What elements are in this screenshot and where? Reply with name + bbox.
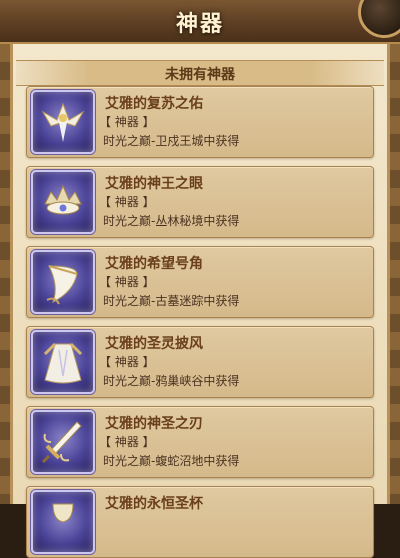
horn-icon [31,250,95,314]
crown-eye-icon [31,170,95,234]
section-header-label: 未拥有神器 [165,67,235,83]
artifact-name: 艾雅的神王之眼 [105,176,203,192]
artifact-card[interactable]: 艾雅的神王之眼 【 神器 】 时光之巅-丛林秘境中获得 [26,166,374,238]
artifact-name: 艾雅的圣灵披风 [105,336,203,352]
artifact-card[interactable]: 艾雅的希望号角 【 神器 】 时光之巅-古墓迷踪中获得 [26,246,374,318]
blade-icon [31,410,95,474]
title-bar: 神器 [0,0,400,44]
artifact-source: 时光之巅-古墓迷踪中获得 [103,294,240,308]
right-border-decoration [390,44,400,504]
artifact-name: 艾雅的永恒圣杯 [105,496,203,512]
artifact-source: 时光之巅-丛林秘境中获得 [103,214,240,228]
artifact-source: 时光之巅-卫戍王城中获得 [103,134,240,148]
cloak-icon [31,330,95,394]
artifact-source: 时光之巅-鸦巢峡谷中获得 [103,374,240,388]
artifact-name: 艾雅的复苏之佑 [105,96,203,112]
page-title: 神器 [175,12,224,37]
artifact-tag: 【 神器 】 [99,435,155,449]
artifact-name: 艾雅的希望号角 [105,256,203,272]
artifact-card[interactable]: 艾雅的永恒圣杯 [26,486,374,558]
artifact-card[interactable]: 艾雅的复苏之佑 【 神器 】 时光之巅-卫戍王城中获得 [26,86,374,158]
artifact-tag: 【 神器 】 [99,275,155,289]
section-header: 未拥有神器 [16,60,384,86]
winged-relic-icon [31,90,95,154]
artifact-name: 艾雅的神圣之刃 [105,416,203,432]
artifact-tag: 【 神器 】 [99,115,155,129]
artifact-card[interactable]: 艾雅的神圣之刃 【 神器 】 时光之巅-蝮蛇沼地中获得 [26,406,374,478]
artifact-tag: 【 神器 】 [99,355,155,369]
artifact-card[interactable]: 艾雅的圣灵披风 【 神器 】 时光之巅-鸦巢峡谷中获得 [26,326,374,398]
artifact-tag: 【 神器 】 [99,195,155,209]
artifact-source: 时光之巅-蝮蛇沼地中获得 [103,454,240,468]
left-border-decoration [0,44,10,504]
chalice-icon [31,490,95,554]
